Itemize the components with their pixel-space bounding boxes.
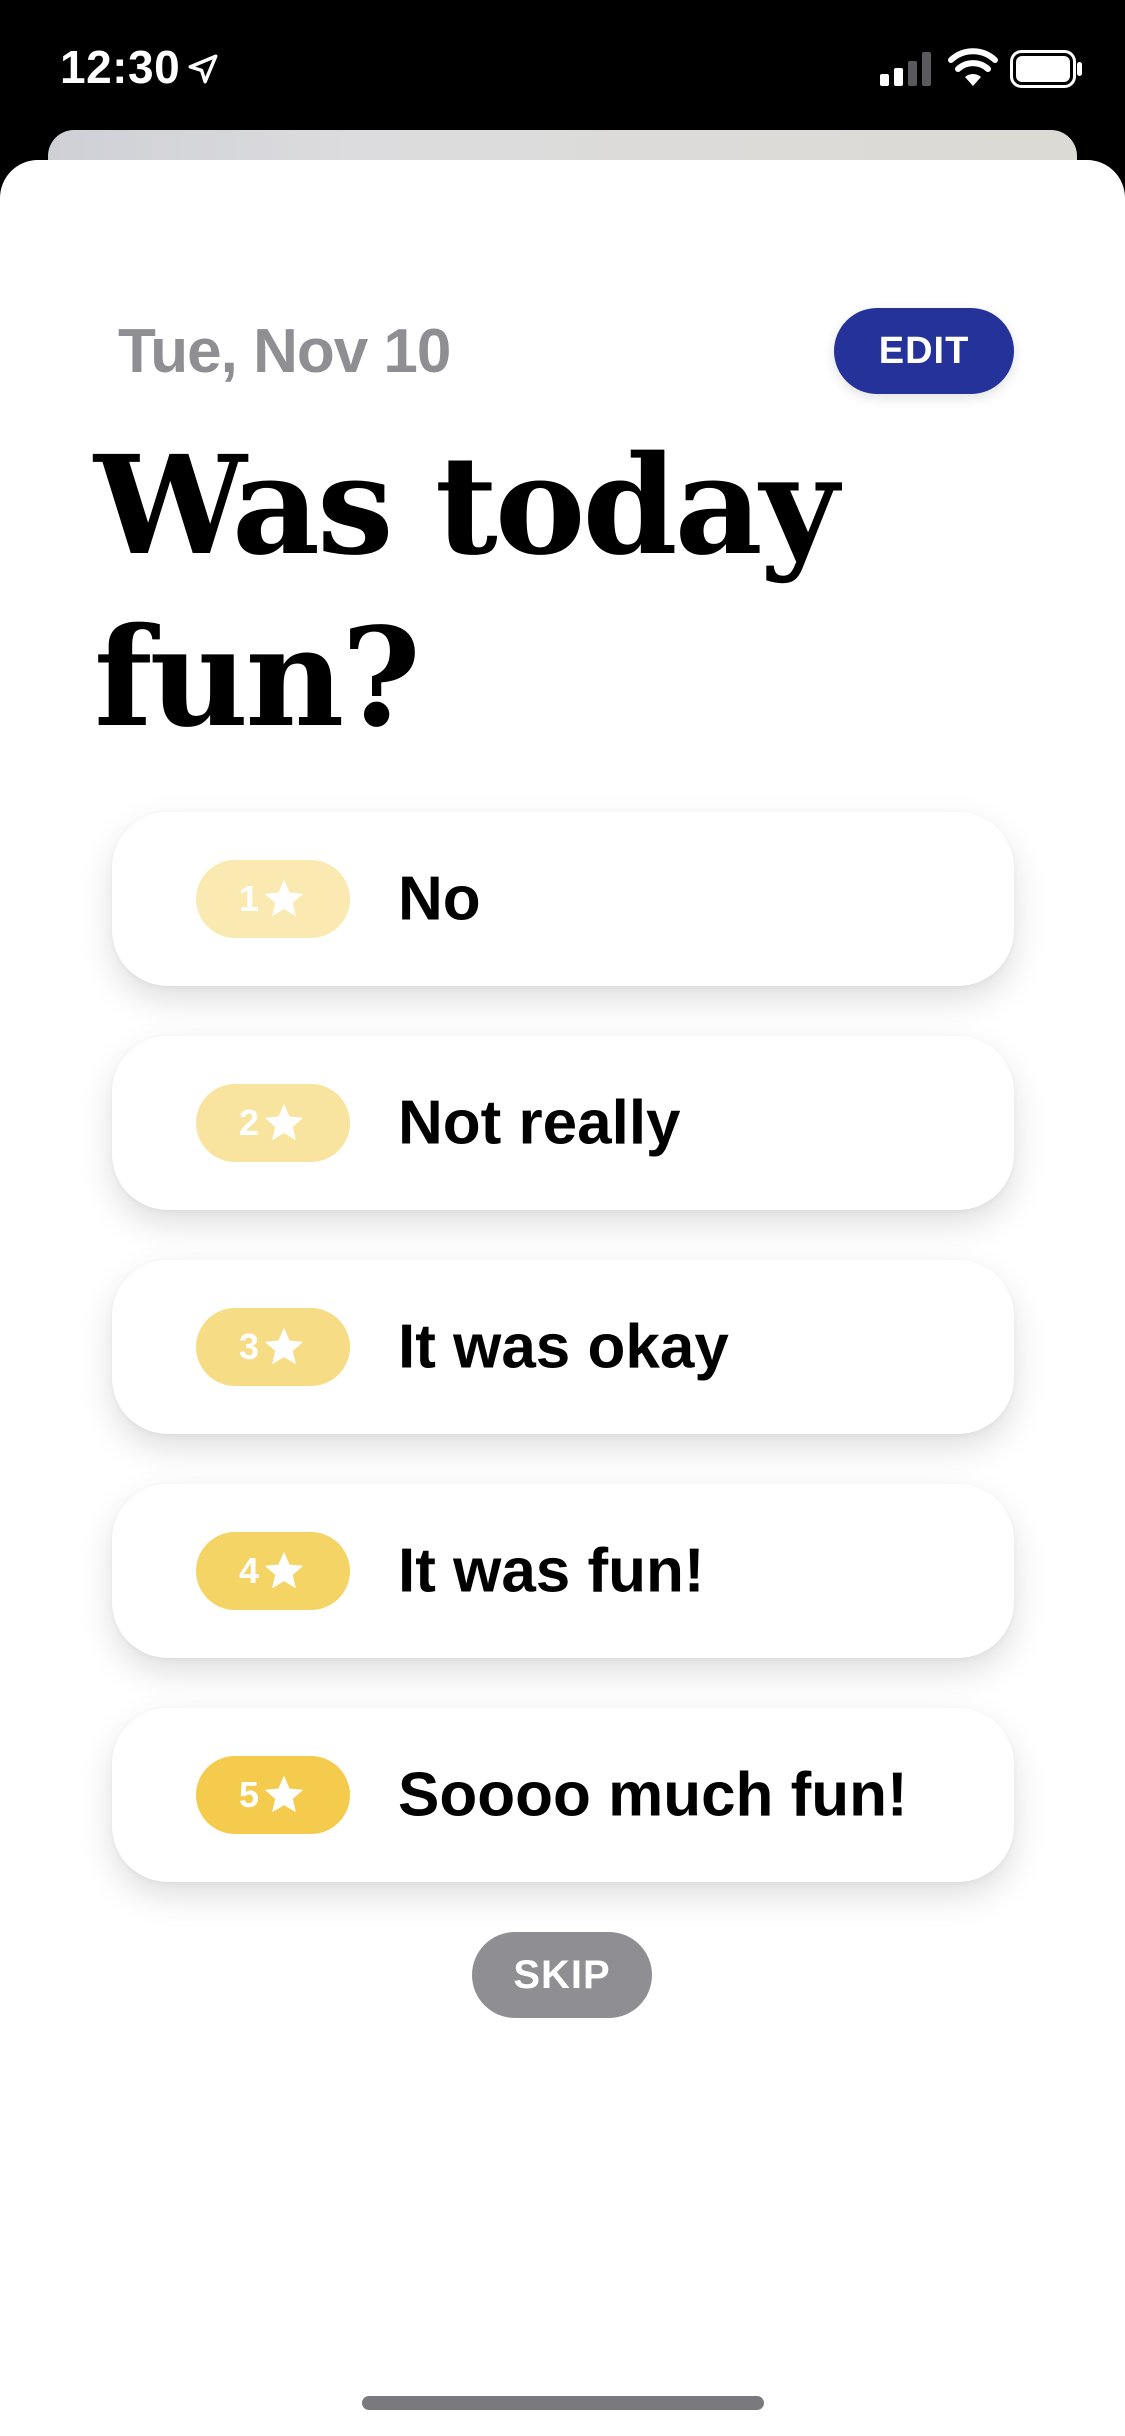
- rating-badge: 1: [196, 860, 350, 938]
- edit-button[interactable]: EDIT: [834, 308, 1014, 394]
- star-icon: [264, 1327, 304, 1365]
- rating-option-label: Soooo much fun!: [398, 1760, 908, 1830]
- page-title: Was today fun?: [94, 420, 994, 764]
- rating-number: 4: [238, 1550, 260, 1591]
- rating-number: 5: [238, 1774, 260, 1815]
- wifi-icon: [948, 48, 998, 86]
- status-time: 12:30: [60, 41, 181, 93]
- rating-option-label: It was fun!: [398, 1536, 705, 1606]
- cellular-signal-icon: [880, 52, 931, 86]
- rating-option-5[interactable]: 5 Soooo much fun!: [112, 1708, 1014, 1882]
- star-icon: [264, 1103, 304, 1141]
- battery-icon: [1010, 50, 1082, 88]
- rating-badge: 3: [196, 1308, 350, 1386]
- rating-number: 3: [238, 1326, 260, 1367]
- star-icon: [264, 1775, 304, 1813]
- rating-badge: 4: [196, 1532, 350, 1610]
- star-icon: [264, 879, 304, 917]
- rating-option-label: It was okay: [398, 1312, 729, 1382]
- date-label: Tue, Nov 10: [118, 317, 451, 386]
- rating-option-4[interactable]: 4 It was fun!: [112, 1484, 1014, 1658]
- rating-option-3[interactable]: 3 It was okay: [112, 1260, 1014, 1434]
- rating-option-label: Not really: [398, 1088, 681, 1158]
- skip-button[interactable]: SKIP: [472, 1932, 652, 2018]
- home-indicator[interactable]: [362, 2396, 764, 2410]
- location-arrow-icon: [188, 54, 218, 84]
- rating-number: 1: [238, 878, 260, 919]
- rating-badge: 5: [196, 1756, 350, 1834]
- title-line-2: fun?: [94, 598, 421, 758]
- rating-option-label: No: [398, 864, 481, 934]
- rating-badge: 2: [196, 1084, 350, 1162]
- rating-option-2[interactable]: 2 Not really: [112, 1036, 1014, 1210]
- title-line-1: Was today: [94, 426, 839, 586]
- rating-option-1[interactable]: 1 No: [112, 812, 1014, 986]
- rating-number: 2: [238, 1102, 260, 1143]
- star-icon: [264, 1551, 304, 1589]
